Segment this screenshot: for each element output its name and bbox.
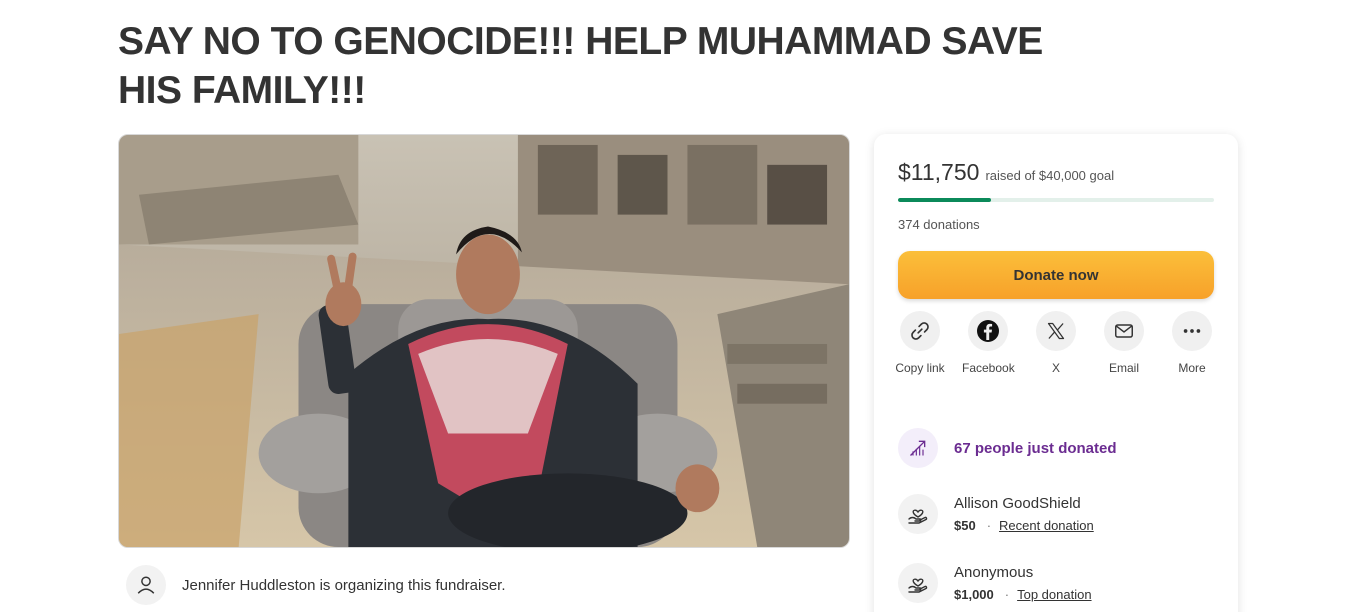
share-copy-link[interactable]: Copy link <box>894 311 946 376</box>
share-circle[interactable] <box>1172 311 1212 351</box>
donations-count: 374 donations <box>898 217 980 232</box>
organizer-text: Jennifer Huddleston is organizing this f… <box>182 576 506 594</box>
donor-info: Anonymous $1,000 · Top donation <box>954 563 1092 602</box>
donor-details: $1,000 · Top donation <box>954 587 1092 602</box>
email-icon <box>1115 324 1133 338</box>
donor-name: Anonymous <box>954 564 1034 581</box>
raised-summary: $11,750 raised of $40,000 goal <box>898 159 1114 186</box>
share-email[interactable]: Email <box>1098 311 1150 376</box>
campaign-hero-image[interactable] <box>118 134 850 548</box>
share-more[interactable]: More <box>1166 311 1218 376</box>
donation-hand-icon <box>908 509 928 524</box>
donation-hand-icon <box>908 578 928 593</box>
progress-fill <box>898 198 991 202</box>
separator-dot: · <box>986 518 992 533</box>
share-circle[interactable] <box>1104 311 1144 351</box>
donor-avatar <box>898 494 938 534</box>
trending-circle <box>898 428 938 468</box>
share-facebook[interactable]: Facebook <box>962 311 1015 376</box>
raised-goal: raised of $40,000 goal <box>985 168 1115 183</box>
top-donation-link[interactable]: Top donation <box>1017 587 1091 602</box>
organizer-row: Jennifer Huddleston is organizing this f… <box>126 565 506 605</box>
donor-item: Allison GoodShield $50 · Recent donation <box>898 494 1094 534</box>
facebook-icon <box>977 320 999 342</box>
share-label: Email <box>1108 361 1139 375</box>
share-circle[interactable] <box>968 311 1008 351</box>
hero-photo <box>119 135 849 547</box>
donor-info: Allison GoodShield $50 · Recent donation <box>954 494 1094 533</box>
user-icon <box>137 576 155 594</box>
share-circle[interactable] <box>1036 311 1076 351</box>
donor-amount: $1,000 <box>954 587 994 602</box>
share-row: Copy link Facebook X Email More <box>894 311 1218 376</box>
share-label: Facebook <box>962 361 1015 375</box>
donor-avatar <box>898 563 938 603</box>
more-icon <box>1183 329 1201 333</box>
recent-donors-text[interactable]: 67 people just donated <box>954 440 1117 457</box>
link-icon <box>911 322 929 340</box>
recent-donation-link[interactable]: Recent donation <box>999 518 1094 533</box>
trending-up-icon <box>910 440 926 456</box>
recent-activity: 67 people just donated <box>898 428 1117 468</box>
campaign-title: SAY NO TO GENOCIDE!!! HELP MUHAMMAD SAVE… <box>118 20 1043 112</box>
donor-item: Anonymous $1,000 · Top donation <box>898 563 1092 603</box>
raised-amount: $11,750 <box>898 159 980 185</box>
donate-now-button[interactable]: Donate now <box>898 251 1214 299</box>
share-label: More <box>1178 361 1206 375</box>
share-label: Copy link <box>895 361 945 375</box>
donor-details: $50 · Recent donation <box>954 518 1094 533</box>
share-x[interactable]: X <box>1030 311 1082 376</box>
share-circle[interactable] <box>900 311 940 351</box>
separator-dot: · <box>1004 587 1010 602</box>
donor-name: Allison GoodShield <box>954 495 1081 512</box>
share-label: X <box>1051 361 1060 375</box>
organizer-avatar[interactable] <box>126 565 166 605</box>
donor-amount: $50 <box>954 518 976 533</box>
donation-card: $11,750 raised of $40,000 goal 374 donat… <box>874 134 1238 612</box>
progress-bar <box>898 198 1214 202</box>
x-icon <box>1047 322 1065 340</box>
